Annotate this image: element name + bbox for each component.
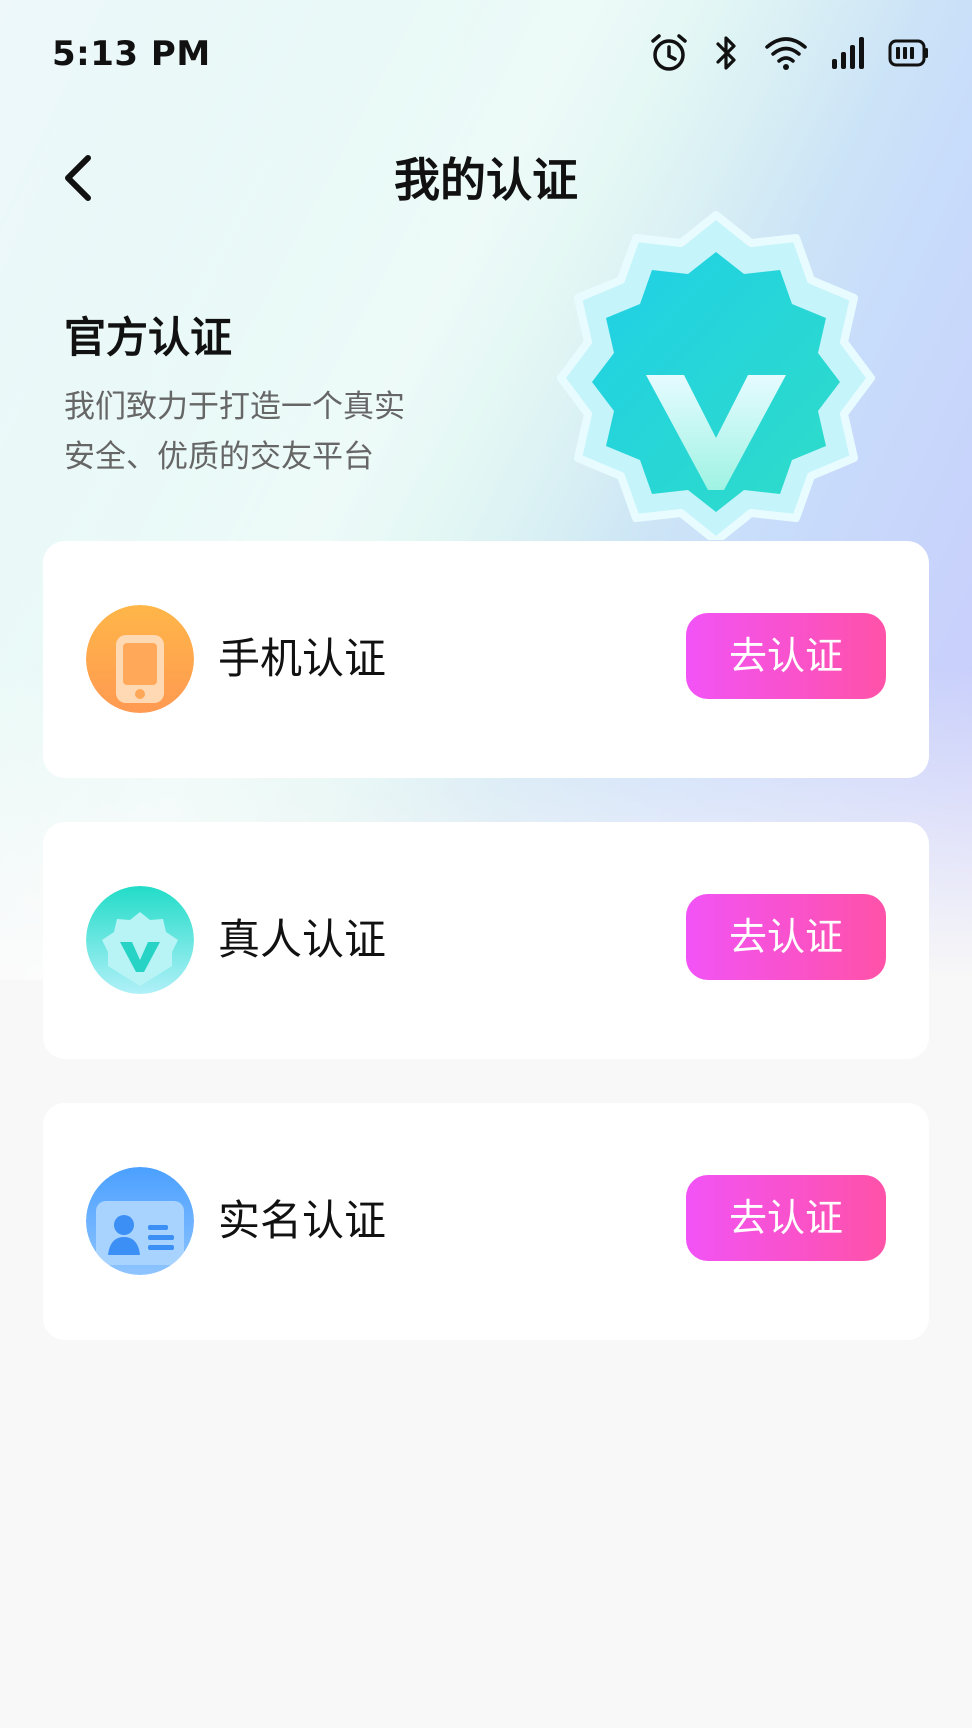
signal-icon [830, 35, 866, 71]
hero-description: 我们致力于打造一个真实 安全、优质的交友平台 [64, 382, 464, 482]
realname-verify-button[interactable]: 去认证 [686, 1175, 886, 1261]
person-verify-button[interactable]: 去认证 [686, 894, 886, 980]
realname-verification-label: 实名认证 [218, 1196, 387, 1245]
id-card-icon [86, 1167, 194, 1275]
status-icons [648, 32, 930, 74]
phone-verification-card: 手机认证 去认证 [43, 541, 929, 778]
verified-badge-icon [86, 886, 194, 994]
phone-icon [86, 605, 194, 713]
person-verification-card: 真人认证 去认证 [43, 822, 929, 1059]
battery-icon [888, 38, 930, 68]
hero-description-line2: 安全、优质的交友平台 [64, 439, 374, 475]
bluetooth-icon [712, 33, 742, 73]
phone-verification-label: 手机认证 [218, 634, 387, 683]
hero-description-line1: 我们致力于打造一个真实 [64, 389, 405, 425]
status-bar: 5:13 PM [0, 0, 972, 112]
alarm-icon [648, 32, 690, 74]
realname-verification-card: 实名认证 去认证 [43, 1103, 929, 1340]
hero-title: 官方认证 [64, 313, 233, 362]
page-title: 我的认证 [394, 153, 578, 207]
phone-verify-button[interactable]: 去认证 [686, 613, 886, 699]
status-time: 5:13 PM [52, 34, 211, 74]
person-verification-label: 真人认证 [218, 915, 387, 964]
wifi-icon [764, 35, 808, 71]
verified-badge-icon [506, 210, 926, 540]
